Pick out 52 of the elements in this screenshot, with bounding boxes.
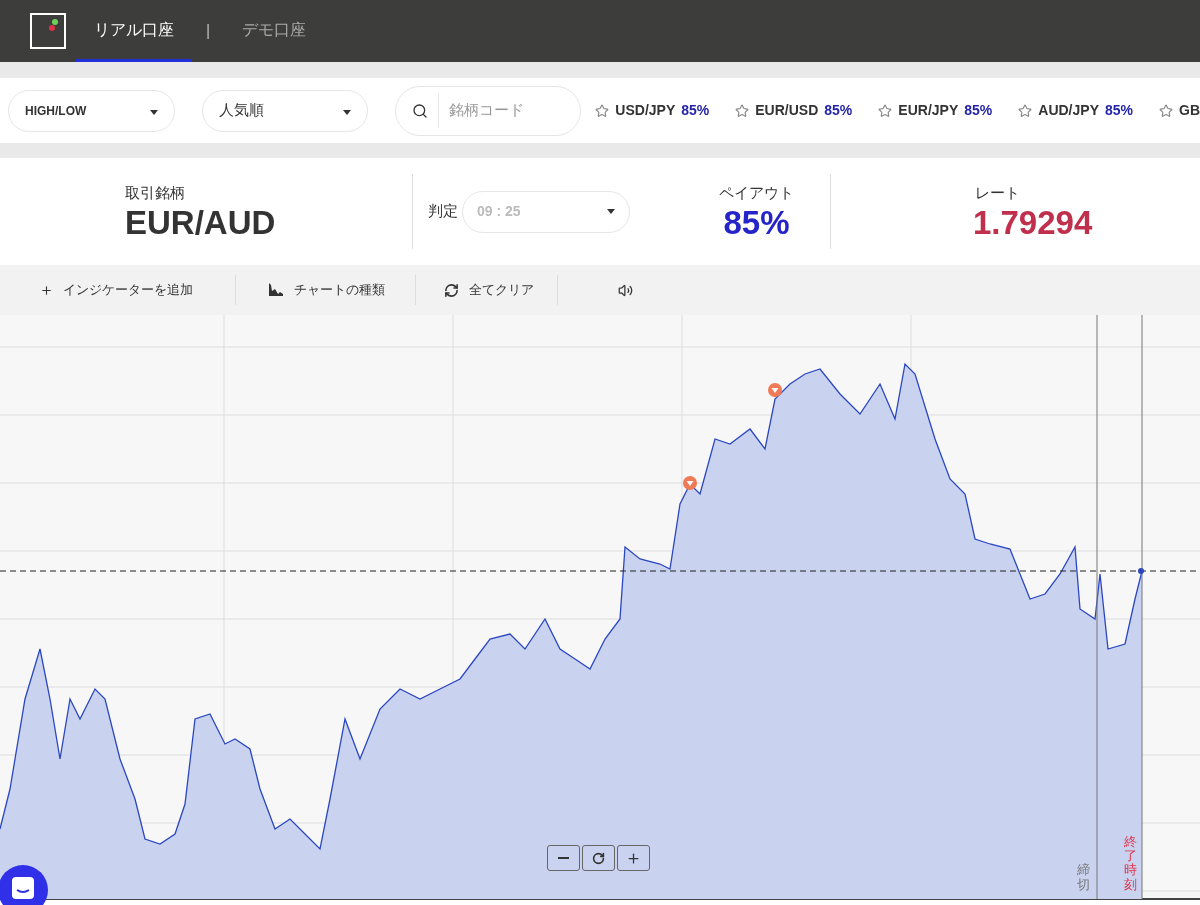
payout-rate: 85% <box>1104 101 1133 120</box>
payout-rate: 85% <box>964 101 993 120</box>
plus-icon <box>40 283 53 297</box>
down-marker-icon <box>683 476 697 490</box>
dropdown[interactable]: 人気順 <box>201 89 369 132</box>
toolbar-button[interactable]: 全てクリア <box>444 280 534 300</box>
speaker-icon <box>618 282 633 298</box>
judge-label: 判定 <box>428 201 458 222</box>
dropdown[interactable]: HIGH/LOW <box>8 89 175 132</box>
star-icon[interactable] <box>595 103 610 118</box>
currency-pair[interactable]: EUR/USD <box>755 100 819 121</box>
rate-value: 1.79294 <box>973 204 1094 241</box>
down-marker-icon <box>768 383 782 397</box>
chat-icon <box>11 876 35 900</box>
toolbar-button[interactable] <box>618 282 633 298</box>
refresh-icon <box>444 282 459 298</box>
star-icon[interactable] <box>1159 103 1173 118</box>
current-price-dot <box>1138 568 1144 574</box>
currency-pair[interactable]: AUD/JPY <box>1038 100 1099 121</box>
plus-icon <box>626 850 641 866</box>
account-tab[interactable]: デモ口座 <box>224 0 325 62</box>
search-icon <box>412 102 429 119</box>
zoom-in-button[interactable] <box>617 845 650 871</box>
star-icon[interactable] <box>735 103 750 118</box>
symbol-value: EUR/AUD <box>125 204 277 241</box>
toolbar-button[interactable]: インジケーターを追加 <box>40 280 193 300</box>
payout-label: ペイアウト <box>719 183 794 204</box>
payout-value: 85% <box>723 204 790 241</box>
symbol-label: 取引銘柄 <box>125 183 186 204</box>
payout-rate: 85% <box>681 101 710 120</box>
logo-icon <box>30 13 66 49</box>
end-time-label: 終了時刻 <box>1124 834 1137 892</box>
caret-icon <box>607 209 615 214</box>
deadline-label: 締切 <box>1077 863 1090 892</box>
rate-label: レート <box>975 183 1021 204</box>
star-icon[interactable] <box>1018 103 1033 118</box>
zoom-out-button[interactable] <box>547 845 580 871</box>
tab-separator: | <box>206 21 211 41</box>
star-icon[interactable] <box>878 103 893 118</box>
reset-button[interactable] <box>582 845 615 871</box>
reset-icon <box>592 851 605 865</box>
search-input[interactable]: 銘柄コード <box>449 99 560 122</box>
currency-pair[interactable]: GB <box>1179 100 1200 121</box>
caret-icon <box>149 110 158 115</box>
currency-pair[interactable]: USD/JPY <box>615 100 676 121</box>
currency-pair[interactable]: EUR/JPY <box>898 100 959 121</box>
payout-rate: 85% <box>824 101 853 120</box>
minus-icon <box>558 857 569 859</box>
caret-icon <box>343 110 352 115</box>
toolbar-button[interactable]: チャートの種類 <box>268 280 385 300</box>
chart-icon <box>268 283 284 297</box>
search-field[interactable]: 銘柄コード <box>395 85 582 136</box>
